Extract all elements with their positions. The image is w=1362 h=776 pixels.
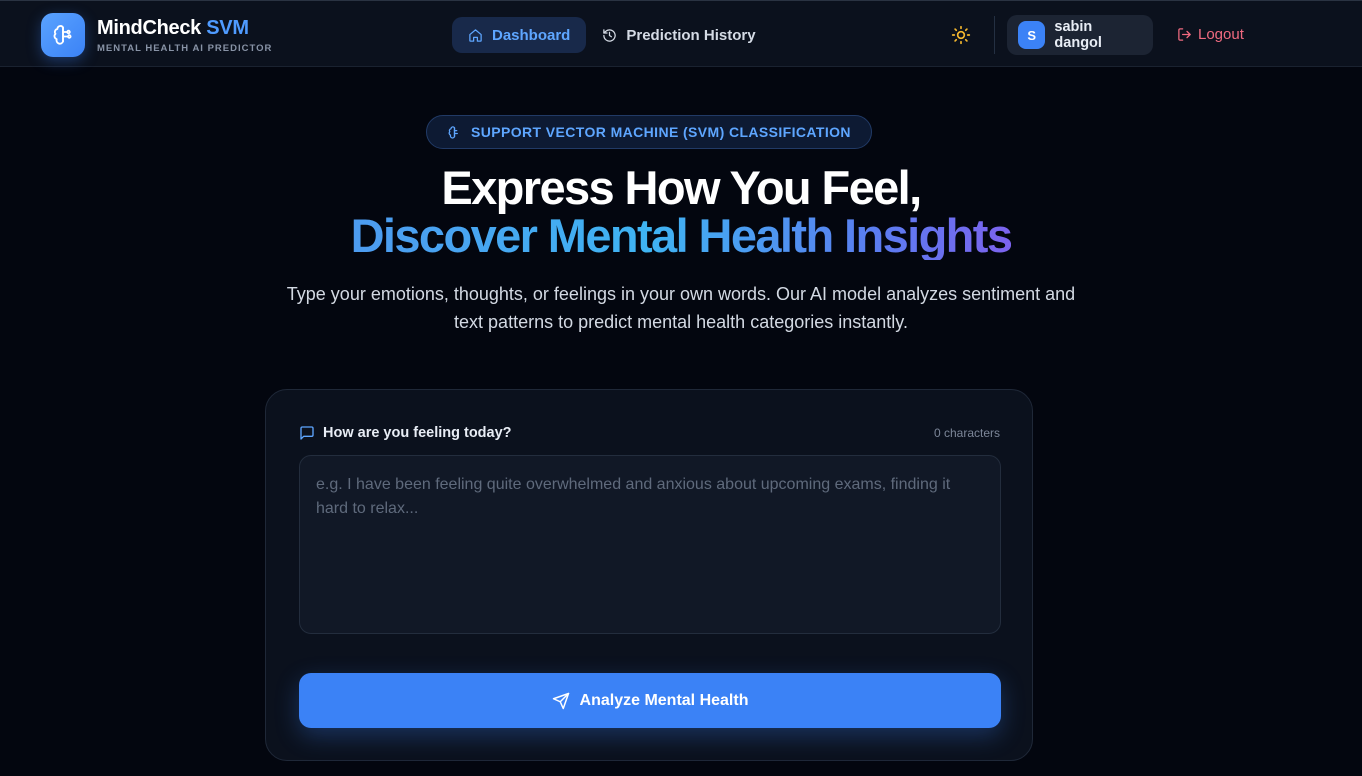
hero-subtitle: Type your emotions, thoughts, or feeling… (286, 284, 1076, 332)
hero-title-line1: Express How You Feel, (441, 161, 922, 214)
hero-title: Express How You Feel, Discover Mental He… (0, 164, 1362, 260)
badge-label: SUPPORT VECTOR MACHINE (SVM) CLASSIFICAT… (471, 124, 851, 140)
nav-links: Dashboard Prediction History (452, 17, 772, 53)
chat-icon (299, 425, 315, 441)
nav-prediction-history-label: Prediction History (626, 26, 756, 44)
analyze-button[interactable]: Analyze Mental Health (299, 673, 1001, 728)
model-badge: SUPPORT VECTOR MACHINE (SVM) CLASSIFICAT… (426, 115, 872, 149)
send-icon (552, 692, 570, 710)
user-name: sabin dangol (1054, 19, 1102, 51)
history-icon (602, 28, 617, 43)
avatar: S (1018, 21, 1046, 49)
user-profile-chip[interactable]: S sabin dangol (1007, 15, 1153, 55)
brand-subtitle: MENTAL HEALTH AI PREDICTOR (97, 42, 273, 54)
analysis-card: How are you feeling today? 0 characters … (265, 389, 1033, 761)
brand[interactable]: MindCheck SVM MENTAL HEALTH AI PREDICTOR (41, 13, 272, 57)
sun-icon[interactable] (951, 25, 971, 50)
nav-dashboard[interactable]: Dashboard (452, 17, 587, 53)
feeling-label: How are you feeling today? (299, 425, 512, 441)
feeling-label-text: How are you feeling today? (323, 425, 512, 441)
home-icon (468, 28, 483, 43)
character-count: 0 characters (933, 426, 1000, 440)
brand-accent: SVM (206, 16, 249, 39)
nav-dashboard-label: Dashboard (492, 26, 571, 44)
brand-name: MindCheck SVM (97, 17, 272, 39)
top-navbar: MindCheck SVM MENTAL HEALTH AI PREDICTOR… (0, 0, 1362, 67)
logout-button[interactable]: Logout (1177, 26, 1244, 43)
brain-icon (447, 125, 462, 140)
feelings-textarea[interactable] (299, 455, 1001, 634)
brain-logo-icon (41, 13, 85, 57)
nav-prediction-history[interactable]: Prediction History (586, 17, 771, 53)
analyze-button-label: Analyze Mental Health (579, 691, 749, 709)
hero-title-line2: Discover Mental Health Insights (350, 209, 1013, 262)
navbar-divider (994, 16, 995, 54)
logout-label: Logout (1198, 26, 1244, 43)
brand-name-text: MindCheck (97, 16, 201, 39)
logout-icon (1177, 27, 1192, 42)
